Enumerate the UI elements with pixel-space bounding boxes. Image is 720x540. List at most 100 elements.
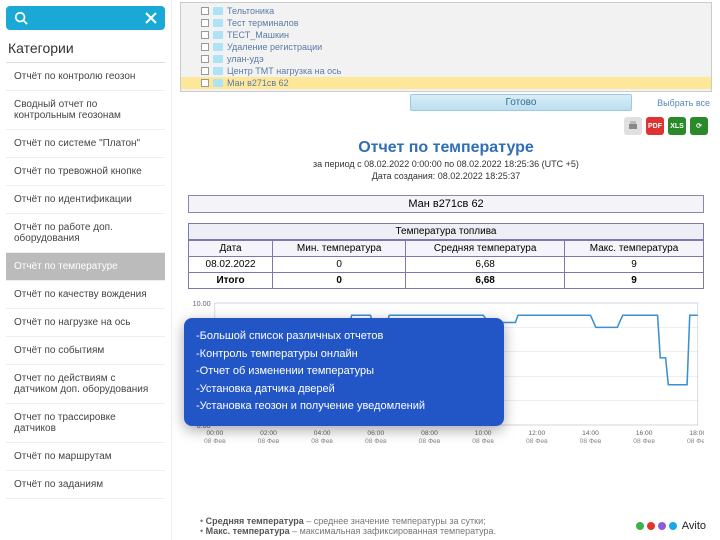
category-item[interactable]: Отчет по действиям с датчиком доп. обору…: [6, 365, 165, 404]
folder-icon: [213, 55, 223, 63]
folder-icon: [213, 67, 223, 75]
tree-item[interactable]: Тельтоника: [181, 5, 711, 17]
svg-text:14:00: 14:00: [582, 430, 599, 437]
avito-dot-icon: [636, 522, 644, 530]
table-row: Итого06,689: [189, 273, 704, 289]
table-header: Дата: [189, 241, 273, 257]
svg-text:08 Фев: 08 Фев: [633, 438, 655, 445]
checkbox-icon[interactable]: [201, 31, 209, 39]
main-area: Тельтоника Тест терминалов ТЕСТ_Машкин Удал…: [172, 0, 720, 540]
svg-text:10.00: 10.00: [193, 300, 211, 308]
svg-text:10:00: 10:00: [475, 430, 492, 437]
promo-overlay: -Большой список различных отчетов-Контро…: [184, 318, 504, 426]
tree-item-label: ТЕСТ_Машкин: [227, 30, 289, 40]
tree-item[interactable]: Удаление регистрации: [181, 41, 711, 53]
footer-legend: • Средняя температура – среднее значение…: [200, 516, 708, 536]
category-item[interactable]: Отчёт по событиям: [6, 337, 165, 365]
folder-icon: [213, 31, 223, 39]
export-bar: PDF XLS ⟳: [172, 115, 720, 137]
tree-item[interactable]: ТЕСТ_Машкин: [181, 29, 711, 41]
table-caption: Температура топлива: [188, 223, 704, 240]
folder-icon: [213, 79, 223, 87]
sidebar-title: Категории: [6, 40, 165, 56]
avito-text: Avito: [682, 520, 706, 532]
overlay-line: -Отчет об изменении температуры: [196, 363, 492, 381]
close-icon[interactable]: [145, 12, 157, 24]
svg-text:08 Фев: 08 Фев: [580, 438, 602, 445]
report-period: за период с 08.02.2022 0:00:00 по 08.02.…: [188, 159, 704, 169]
category-item[interactable]: Отчёт по качеству вождения: [6, 281, 165, 309]
refresh-icon[interactable]: ⟳: [690, 117, 708, 135]
svg-text:12:00: 12:00: [528, 430, 545, 437]
svg-text:00:00: 00:00: [206, 430, 223, 437]
avito-dot-icon: [647, 522, 655, 530]
object-tree: Тельтоника Тест терминалов ТЕСТ_Машкин Удал…: [180, 2, 712, 92]
category-item[interactable]: Отчёт по контролю геозон: [6, 63, 165, 91]
overlay-line: -Установка датчика дверей: [196, 381, 492, 399]
avito-dot-icon: [669, 522, 677, 530]
table-row: 08.02.202206,689: [189, 257, 704, 273]
vehicle-name: Ман в271св 62: [188, 195, 704, 213]
tree-item-label: Тест терминалов: [227, 18, 298, 28]
table-header: Средняя температура: [406, 241, 565, 257]
folder-icon: [213, 19, 223, 27]
overlay-line: -Установка геозон и получение уведомлени…: [196, 398, 492, 416]
svg-text:08 Фев: 08 Фев: [419, 438, 441, 445]
checkbox-icon[interactable]: [201, 7, 209, 15]
checkbox-icon[interactable]: [201, 67, 209, 75]
category-item[interactable]: Отчет по трассировке датчиков: [6, 404, 165, 443]
svg-text:08 Фев: 08 Фев: [311, 438, 333, 445]
tree-item[interactable]: улан-удэ: [181, 53, 711, 65]
svg-text:04:00: 04:00: [314, 430, 331, 437]
tree-item-label: улан-удэ: [227, 54, 264, 64]
avito-dot-icon: [658, 522, 666, 530]
sidebar: Категории Отчёт по контролю геозонСводны…: [0, 0, 172, 540]
category-item[interactable]: Отчёт по идентификации: [6, 186, 165, 214]
svg-text:06:00: 06:00: [367, 430, 384, 437]
tree-item-label: Центр ТМТ нагрузка на ось: [227, 66, 341, 76]
category-item[interactable]: Отчёт по системе "Платон": [6, 130, 165, 158]
svg-text:08 Фев: 08 Фев: [365, 438, 387, 445]
svg-text:08 Фев: 08 Фев: [472, 438, 494, 445]
select-all-link[interactable]: Выбрать все: [640, 98, 710, 108]
checkbox-icon[interactable]: [201, 79, 209, 87]
category-item[interactable]: Сводный отчет по контрольным геозонам: [6, 91, 165, 130]
table-header: Макс. температура: [565, 241, 704, 257]
category-list: Отчёт по контролю геозонСводный отчет по…: [6, 62, 165, 534]
folder-icon: [213, 43, 223, 51]
xls-export-icon[interactable]: XLS: [668, 117, 686, 135]
tree-item[interactable]: Ман в271св 62: [181, 77, 711, 89]
category-item[interactable]: Отчёт по тревожной кнопке: [6, 158, 165, 186]
category-item[interactable]: Отчёт по нагрузке на ось: [6, 309, 165, 337]
report-header: Отчет по температуре за период с 08.02.2…: [172, 137, 720, 189]
overlay-line: -Контроль температуры онлайн: [196, 346, 492, 364]
avito-watermark: Avito: [636, 520, 706, 532]
temperature-table: Температура топлива ДатаМин. температура…: [188, 223, 704, 289]
tree-item[interactable]: Тест терминалов: [181, 17, 711, 29]
ready-button[interactable]: Готово: [410, 94, 632, 111]
svg-text:08 Фев: 08 Фев: [526, 438, 548, 445]
pdf-export-icon[interactable]: PDF: [646, 117, 664, 135]
tree-item-label: Тельтоника: [227, 6, 274, 16]
search-icon: [14, 11, 28, 25]
tree-item-label: Удаление регистрации: [227, 42, 322, 52]
category-item[interactable]: Отчёт по маршрутам: [6, 443, 165, 471]
report-created: Дата создания: 08.02.2022 18:25:37: [188, 171, 704, 181]
category-item[interactable]: Отчёт по работе доп. оборудования: [6, 214, 165, 253]
svg-text:08 Фев: 08 Фев: [258, 438, 280, 445]
table-header: Мин. температура: [273, 241, 406, 257]
svg-text:08:00: 08:00: [421, 430, 438, 437]
category-item[interactable]: Отчёт по заданиям: [6, 471, 165, 499]
tree-item-label: Ман в271св 62: [227, 78, 289, 88]
checkbox-icon[interactable]: [201, 55, 209, 63]
svg-text:08 Фев: 08 Фев: [687, 438, 704, 445]
svg-text:16:00: 16:00: [636, 430, 653, 437]
tree-item[interactable]: Центр ТМТ нагрузка на ось: [181, 65, 711, 77]
checkbox-icon[interactable]: [201, 43, 209, 51]
print-icon[interactable]: [624, 117, 642, 135]
category-item[interactable]: Отчёт по температуре: [6, 253, 165, 281]
overlay-line: -Большой список различных отчетов: [196, 328, 492, 346]
checkbox-icon[interactable]: [201, 19, 209, 27]
svg-text:18:00: 18:00: [689, 430, 704, 437]
search-bar[interactable]: [6, 6, 165, 30]
